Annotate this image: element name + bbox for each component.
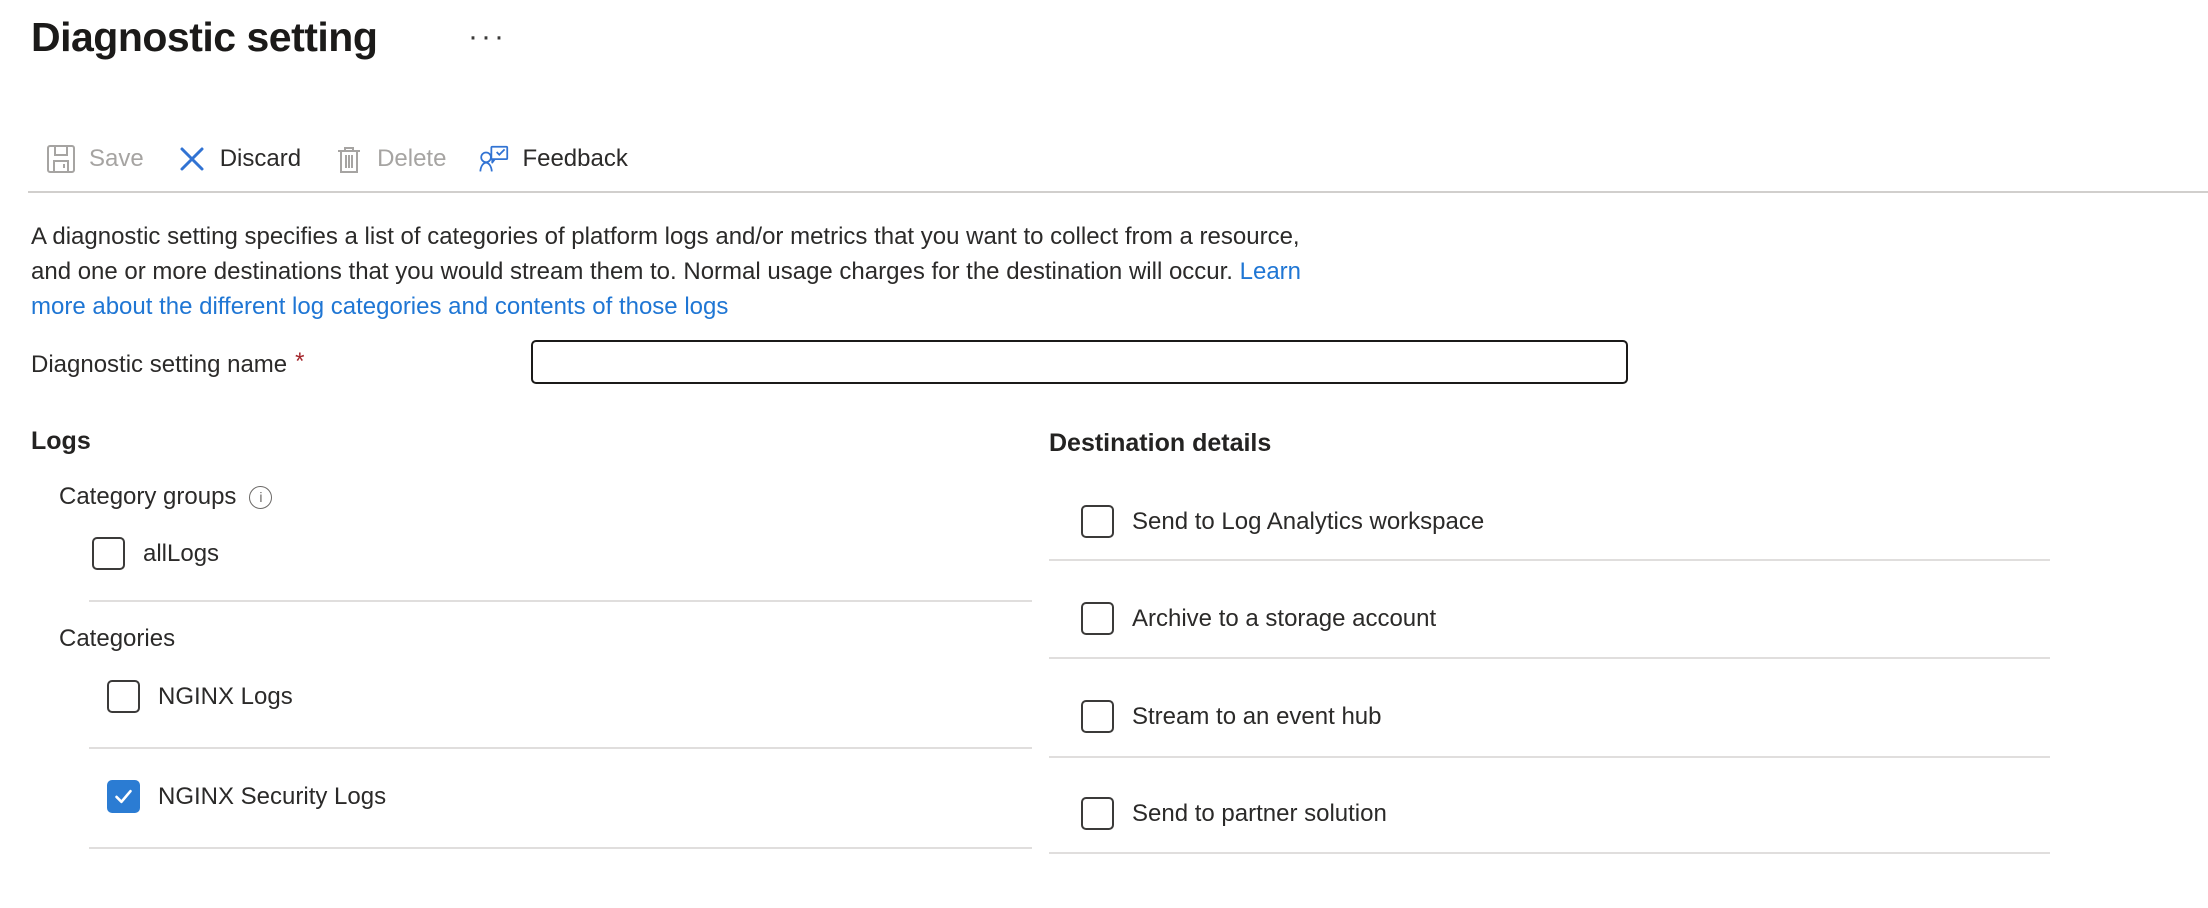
description-text: A diagnostic setting specifies a list of… [31,219,1301,324]
discard-button[interactable]: Discard [177,144,301,174]
alllogs-checkbox-row[interactable]: allLogs [92,537,219,570]
logs-divider-2 [89,747,1032,749]
stream-to-event-hub-checkbox[interactable] [1081,700,1114,733]
archive-to-storage-checkbox[interactable] [1081,602,1114,635]
info-circle-icon[interactable]: i [249,486,272,509]
alllogs-label: allLogs [143,537,219,570]
diagnostic-setting-name-label-row: Diagnostic setting name * [31,351,304,379]
save-button-label: Save [89,145,144,173]
destination-details-header: Destination details [1049,429,1271,458]
nginx-logs-checkbox-row[interactable]: NGINX Logs [107,680,293,713]
nginx-logs-checkbox[interactable] [107,680,140,713]
send-to-partner-solution-label: Send to partner solution [1132,797,1387,830]
archive-to-storage-label: Archive to a storage account [1132,602,1436,635]
description-line-1: A diagnostic setting specifies a list of… [31,219,1301,254]
delete-button-label: Delete [377,145,446,173]
delete-button[interactable]: Delete [334,144,446,174]
nginx-security-logs-checkbox[interactable] [107,780,140,813]
page-title: Diagnostic setting [31,14,377,61]
toolbar-divider [28,191,2208,193]
logs-divider-3 [89,847,1032,849]
diagnostic-setting-page: Diagnostic setting ··· Save Discard [0,0,2208,908]
category-groups-label: Category groups [59,483,236,511]
nginx-logs-label: NGINX Logs [158,680,293,713]
feedback-button-label: Feedback [522,145,627,173]
description-line-2: and one or more destinations that you wo… [31,254,1301,289]
description-line-2-text: and one or more destinations that you wo… [31,258,1240,285]
stream-to-event-hub-checkbox-row[interactable]: Stream to an event hub [1081,700,1382,733]
save-button[interactable]: Save [46,144,144,174]
destination-divider-4 [1049,852,2050,854]
send-to-partner-solution-checkbox-row[interactable]: Send to partner solution [1081,797,1387,830]
x-icon [177,144,207,174]
floppy-disk-icon [46,144,76,174]
category-groups-label-row: Category groups i [59,483,272,511]
stream-to-event-hub-label: Stream to an event hub [1132,700,1382,733]
discard-button-label: Discard [220,145,301,173]
learn-more-link[interactable]: Learn [1240,258,1301,285]
description-line-3: more about the different log categories … [31,289,1301,324]
alllogs-checkbox[interactable] [92,537,125,570]
nginx-security-logs-label: NGINX Security Logs [158,780,386,813]
nginx-security-logs-checkbox-row[interactable]: NGINX Security Logs [107,780,386,813]
categories-label: Categories [59,625,175,653]
required-asterisk: * [295,348,304,376]
feedback-button[interactable]: Feedback [479,144,627,174]
logs-section-header: Logs [31,427,91,456]
person-feedback-icon [479,144,509,174]
ellipsis-icon[interactable]: ··· [468,20,507,54]
send-to-partner-solution-checkbox[interactable] [1081,797,1114,830]
diagnostic-setting-name-label: Diagnostic setting name [31,351,287,379]
command-bar: Save Discard Delete [46,137,628,181]
logs-divider-1 [89,600,1032,602]
trash-icon [334,144,364,174]
send-to-log-analytics-checkbox-row[interactable]: Send to Log Analytics workspace [1081,505,1484,538]
destination-divider-2 [1049,657,2050,659]
destination-divider-1 [1049,559,2050,561]
destination-divider-3 [1049,756,2050,758]
learn-more-link-continued[interactable]: more about the different log categories … [31,293,728,320]
send-to-log-analytics-label: Send to Log Analytics workspace [1132,505,1484,538]
archive-to-storage-checkbox-row[interactable]: Archive to a storage account [1081,602,1436,635]
send-to-log-analytics-checkbox[interactable] [1081,505,1114,538]
diagnostic-setting-name-input[interactable] [531,340,1628,384]
